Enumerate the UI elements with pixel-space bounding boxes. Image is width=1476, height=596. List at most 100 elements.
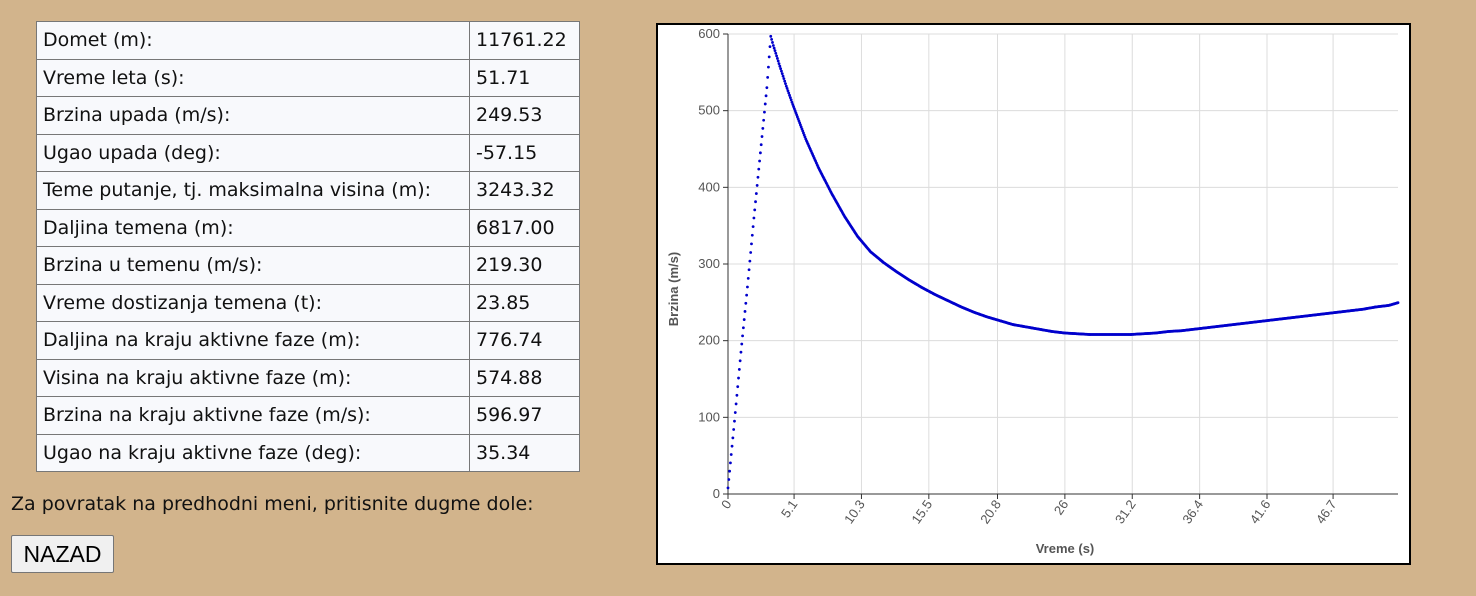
data-point — [726, 486, 730, 490]
data-point — [745, 293, 749, 297]
data-points — [726, 34, 1400, 490]
x-tick-label: 10.3 — [841, 497, 868, 526]
table-row: Brzina u temenu (m/s): 219.30 — [36, 246, 580, 285]
data-point — [754, 192, 758, 195]
data-point — [734, 402, 738, 406]
data-point — [770, 37, 774, 41]
x-tick-label: 31.2 — [1112, 497, 1139, 526]
chart-svg: 0 100 200 300 400 500 600 0 5.1 10.3 15.5 20.8 26 31.… — [666, 26, 1400, 556]
result-label: Brzina u temenu (m/s): — [36, 246, 470, 285]
data-point — [751, 225, 755, 229]
result-value: 35.34 — [469, 433, 580, 472]
x-tick-label: 46.7 — [1313, 497, 1340, 526]
data-point — [756, 175, 760, 179]
y-tick-label: 400 — [698, 179, 720, 194]
data-point — [741, 334, 744, 338]
table-row: Domet (m): 11761.22 — [36, 21, 580, 60]
data-point — [729, 461, 732, 465]
data-point — [729, 453, 733, 456]
data-point — [738, 359, 742, 363]
data-point — [759, 143, 763, 147]
data-point — [768, 45, 772, 48]
data-point — [767, 55, 771, 59]
data-point — [750, 242, 753, 246]
back-button[interactable]: NAZAD — [11, 535, 114, 573]
data-point — [728, 469, 732, 473]
result-label: Brzina na kraju aktivne faze (m/s): — [36, 396, 470, 435]
data-point — [769, 34, 773, 38]
x-tick-label: 26 — [1051, 497, 1072, 517]
data-point — [1396, 301, 1400, 305]
data-point — [739, 350, 743, 354]
data-point — [749, 251, 753, 254]
y-tick-label: 200 — [698, 333, 720, 348]
table-row: Vreme dostizanja temena (t): 23.85 — [36, 283, 580, 322]
data-point — [764, 94, 768, 98]
data-point — [763, 102, 767, 106]
data-point — [776, 59, 780, 63]
data-point — [753, 208, 757, 212]
data-point — [774, 51, 778, 55]
data-point — [754, 200, 757, 204]
axis-layer: 0 100 200 300 400 500 600 0 5.1 10.3 15.5 20.8 26 31.… — [698, 26, 1398, 526]
x-tick-label: 36.4 — [1179, 497, 1206, 526]
result-value: 3243.32 — [469, 171, 580, 210]
data-point — [781, 74, 785, 78]
result-label: Daljina na kraju aktivne faze (m): — [36, 321, 470, 360]
result-label: Ugao na kraju aktivne faze (deg): — [36, 433, 470, 472]
data-point — [747, 268, 751, 272]
x-tick-label: 20.8 — [977, 497, 1004, 526]
x-tick-label: 0 — [718, 497, 734, 512]
data-point — [758, 151, 762, 155]
result-label: Vreme dostizanja temena (t): — [36, 283, 470, 322]
data-point — [758, 159, 761, 163]
y-tick-label: 0 — [713, 486, 720, 501]
result-label: Daljina temena (m): — [36, 208, 470, 247]
data-point — [741, 326, 745, 330]
x-tick-label: 41.6 — [1247, 497, 1274, 526]
result-label: Visina na kraju aktivne faze (m): — [36, 358, 470, 397]
data-point — [730, 444, 734, 448]
data-point — [744, 301, 748, 305]
result-value: 596.97 — [469, 396, 580, 435]
data-point — [748, 259, 752, 263]
data-point — [771, 41, 774, 44]
result-label: Vreme leta (s): — [36, 58, 470, 97]
table-row: Ugao upada (deg): -57.15 — [36, 133, 580, 172]
data-point — [775, 57, 779, 60]
data-point — [737, 376, 740, 380]
table-row: Teme putanje, tj. maksimalna visina (m):… — [36, 171, 580, 210]
table-row: Daljina temena (m): 6817.00 — [36, 208, 580, 247]
y-tick-label: 500 — [698, 103, 720, 118]
data-point — [778, 64, 782, 68]
data-point — [742, 318, 746, 321]
result-value: 219.30 — [469, 246, 580, 285]
y-axis-title: Brzina (m/s) — [666, 252, 681, 326]
speed-chart: 0 100 200 300 400 500 600 0 5.1 10.3 15.5 20.8 26 31.… — [656, 23, 1411, 565]
x-axis-title: Vreme (s) — [1036, 541, 1095, 556]
data-point — [737, 368, 741, 371]
data-point — [779, 67, 783, 71]
table-row: Brzina na kraju aktivne faze (m/s): 596.9… — [36, 396, 580, 435]
result-value: 249.53 — [469, 96, 580, 135]
data-point — [746, 276, 750, 280]
data-point — [746, 285, 749, 289]
data-point — [765, 86, 769, 90]
data-point — [766, 75, 770, 79]
grid-layer — [727, 33, 1398, 494]
data-point — [757, 167, 761, 171]
table-row: Visina na kraju aktivne faze (m): 574.88 — [36, 358, 580, 397]
x-tick-label: 15.5 — [908, 497, 935, 526]
result-label: Brzina upada (m/s): — [36, 96, 470, 135]
result-value: 11761.22 — [469, 21, 580, 60]
data-point — [735, 393, 739, 397]
data-point — [733, 411, 737, 414]
result-label: Teme putanje, tj. maksimalna visina (m): — [36, 171, 470, 210]
result-value: 6817.00 — [469, 208, 580, 247]
x-tick-label: 5.1 — [778, 497, 801, 520]
data-point — [783, 79, 787, 83]
data-point — [784, 82, 787, 86]
y-tick-label: 600 — [698, 26, 720, 41]
data-point — [773, 49, 777, 53]
data-point — [743, 310, 747, 313]
